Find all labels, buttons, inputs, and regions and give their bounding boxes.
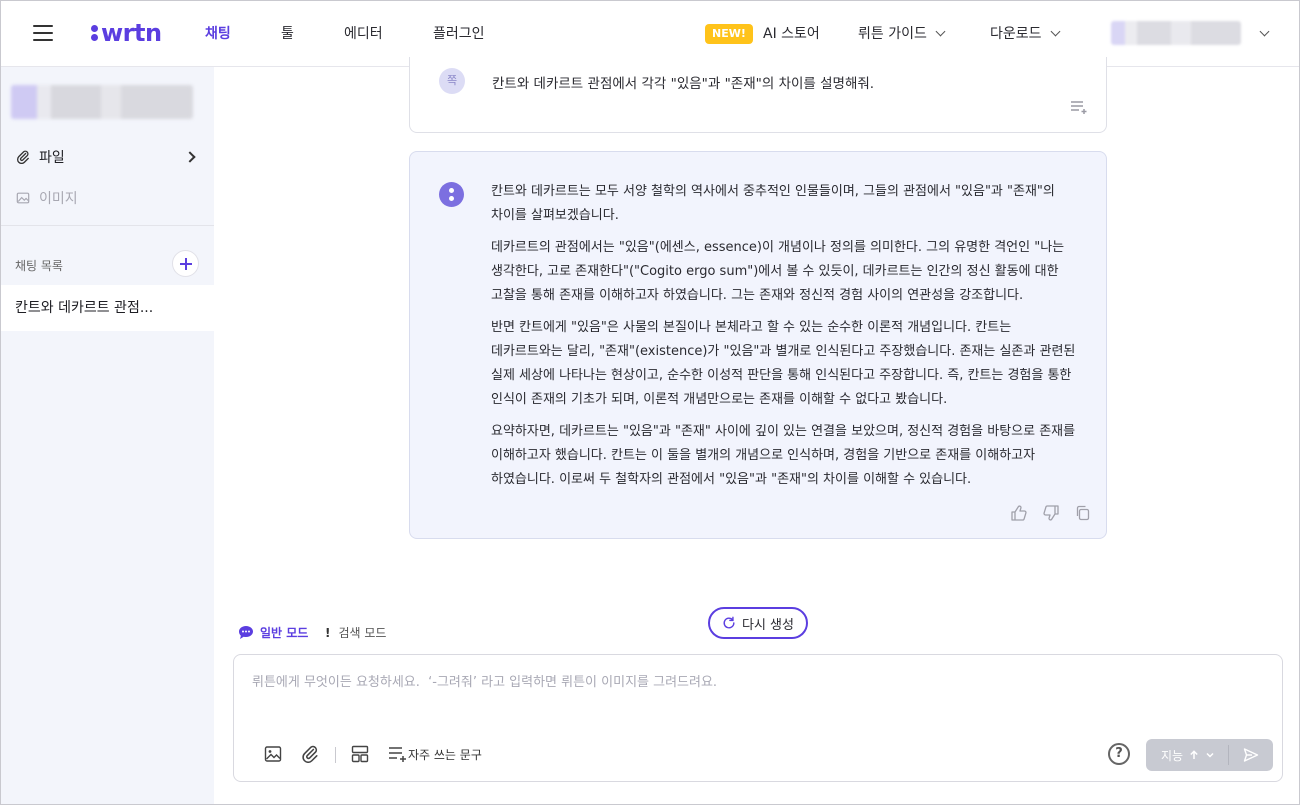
message-input[interactable] <box>252 675 1252 690</box>
refresh-icon <box>723 616 735 629</box>
help-icon[interactable]: ? <box>1108 743 1130 765</box>
ai-paragraph: 칸트와 데카르트는 모두 서양 철학의 역사에서 중추적인 인물들이며, 그들의… <box>491 184 1055 223</box>
profile-blurred <box>11 85 193 119</box>
thumbs-down-icon[interactable] <box>1042 504 1060 522</box>
user-avatar: 쪽 <box>439 68 465 94</box>
nav-tab-chat[interactable]: 채팅 <box>205 23 231 43</box>
user-message-text: 칸트와 데카르트 관점에서 각각 "있음"과 "존재"의 차이를 설명해줘. <box>492 76 875 92</box>
model-selector-label: 지능 <box>1161 748 1184 763</box>
nav-tab-plugins[interactable]: 플러그인 <box>433 23 485 43</box>
sidebar-item-image: 이미지 <box>15 188 200 208</box>
message-composer: 자주 쓰는 문구 ? 지능 <box>233 654 1283 782</box>
chevron-down-icon <box>935 26 946 37</box>
sidebar: 파일 이미지 채팅 목록 칸트와 데카르트 관점... <box>1 67 214 804</box>
frequent-phrases-label: 자주 쓰는 문구 <box>408 747 482 762</box>
chat-bubble-icon <box>239 626 253 639</box>
image-icon <box>15 190 31 206</box>
nav-ai-store[interactable]: AI 스토어 <box>763 23 820 43</box>
frequent-phrases-button[interactable]: 자주 쓰는 문구 <box>388 745 482 763</box>
ai-response-card: 칸트와 데카르트는 모두 서양 철학의 역사에서 중추적인 인물들이며, 그들의… <box>409 151 1107 539</box>
nav-download-dropdown[interactable]: 다운로드 <box>990 23 1060 43</box>
chevron-down-icon <box>1050 26 1060 37</box>
model-selector[interactable]: 지능 <box>1146 747 1228 764</box>
sidebar-divider <box>1 225 214 226</box>
sidebar-item-file-label: 파일 <box>39 150 65 166</box>
add-to-notes-icon[interactable] <box>1070 99 1088 115</box>
nav-guide-dropdown[interactable]: 뤼튼 가이드 <box>858 23 946 43</box>
nav-download-label: 다운로드 <box>990 26 1042 42</box>
logo-mark-icon <box>91 24 98 42</box>
send-button[interactable] <box>1229 739 1273 771</box>
chat-list-item[interactable]: 칸트와 데카르트 관점... <box>1 285 214 331</box>
ai-paragraph: 요약하자면, 데카르트는 "있음"과 "존재" 사이에 깊이 있는 연결을 보았… <box>491 424 1076 487</box>
logo-text: wrtn <box>101 19 162 47</box>
user-message-card: 쪽 칸트와 데카르트 관점에서 각각 "있음"과 "존재"의 차이를 설명해줘. <box>409 57 1107 133</box>
chevron-down-icon <box>1206 752 1214 758</box>
wrtn-bot-avatar-icon <box>439 182 464 207</box>
sidebar-item-file[interactable]: 파일 <box>15 147 200 167</box>
send-icon <box>1243 748 1259 762</box>
user-account-blurred[interactable] <box>1111 21 1241 45</box>
ai-response-body: 칸트와 데카르트는 모두 서양 철학의 역사에서 중추적인 인물들이며, 그들의… <box>491 180 1081 500</box>
template-layout-icon[interactable] <box>351 745 371 765</box>
toolbar-divider <box>335 747 336 763</box>
ai-paragraph: 데카르트의 관점에서는 "있음"(에센스, essence)이 개념이나 정의를… <box>491 240 1065 303</box>
normal-mode-tab[interactable]: 일반 모드 <box>238 624 308 641</box>
sidebar-item-image-label: 이미지 <box>39 191 78 207</box>
exclamation-icon: ! <box>325 625 331 640</box>
nav-tab-editor[interactable]: 에디터 <box>344 23 383 43</box>
send-controls: 지능 <box>1146 739 1273 771</box>
response-actions <box>1010 504 1092 522</box>
ai-paragraph: 반면 칸트에게 "있음"은 사물의 본질이나 본체라고 할 수 있는 순수한 이… <box>491 320 1076 407</box>
regenerate-label: 다시 생성 <box>742 617 794 633</box>
new-chat-button[interactable] <box>172 250 199 277</box>
menu-icon[interactable] <box>33 25 53 41</box>
normal-mode-label: 일반 모드 <box>260 626 309 640</box>
regenerate-button[interactable]: 다시 생성 <box>708 607 808 639</box>
wrtn-logo[interactable]: wrtn <box>91 17 162 49</box>
thumbs-up-icon[interactable] <box>1010 504 1028 522</box>
copy-icon[interactable] <box>1074 504 1092 522</box>
list-add-icon <box>389 747 406 762</box>
chat-list-heading: 채팅 목록 <box>15 259 63 273</box>
attach-file-icon[interactable] <box>301 745 321 765</box>
image-upload-icon[interactable] <box>264 745 284 765</box>
new-badge: NEW! <box>705 24 753 44</box>
paperclip-icon <box>15 149 31 165</box>
search-mode-tab[interactable]: ! 검색 모드 <box>325 624 386 641</box>
search-mode-label: 검색 모드 <box>338 626 387 640</box>
arrow-up-icon <box>1190 750 1198 759</box>
nav-guide-label: 뤼튼 가이드 <box>858 26 927 42</box>
chevron-right-icon <box>184 151 196 163</box>
nav-tab-tools[interactable]: 툴 <box>281 23 294 43</box>
account-chevron-down-icon[interactable] <box>1259 26 1270 37</box>
